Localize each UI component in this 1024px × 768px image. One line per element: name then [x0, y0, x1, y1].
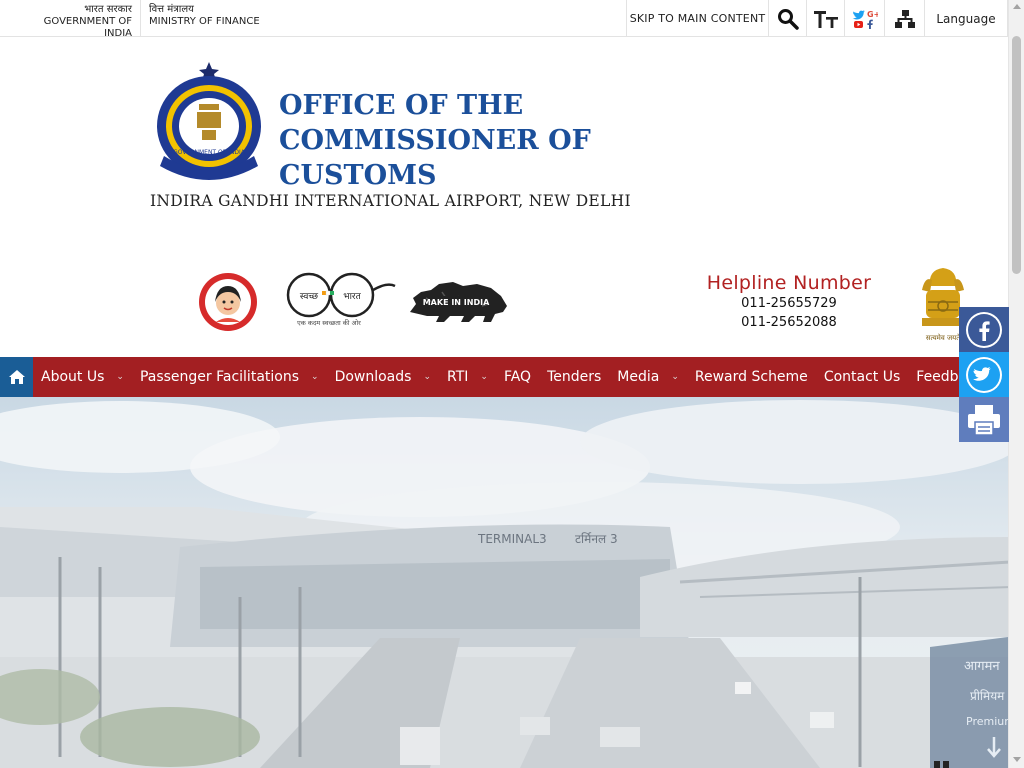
svg-text:GOVERNMENT OF INDIA: GOVERNMENT OF INDIA: [173, 149, 246, 156]
svg-text:G+: G+: [867, 10, 878, 19]
swachh-right-text: भारत: [343, 292, 361, 302]
skip-to-main-content-link[interactable]: SKIP TO MAIN CONTENT: [626, 0, 768, 37]
language-selector[interactable]: Language: [924, 0, 1008, 37]
nav-about-us[interactable]: About Us ⌄: [33, 357, 132, 397]
sitemap-icon: [894, 9, 915, 28]
helpline-title: Helpline Number: [706, 272, 872, 294]
chevron-down-icon: ⌄: [480, 372, 488, 382]
font-size-icon: [813, 10, 838, 28]
scrollbar-thumb[interactable]: [1012, 36, 1021, 274]
nav-label: Media: [617, 369, 660, 385]
font-size-button[interactable]: [806, 0, 844, 37]
chevron-down-icon: ⌄: [116, 372, 124, 382]
helpline-number-2[interactable]: 011-25652088: [700, 313, 878, 332]
top-bar: भारत सरकार GOVERNMENT OF INDIA वित्त मंत…: [0, 0, 1008, 40]
page-subtitle: INDIRA GANDHI INTERNATIONAL AIRPORT, NEW…: [150, 192, 631, 210]
make-in-india-text: MAKE IN INDIA: [423, 298, 490, 307]
swachh-bharat-logo[interactable]: स्वच्छ भारत एक कदम स्वच्छता की ओर: [279, 270, 397, 332]
twitter-share-button[interactable]: [959, 352, 1009, 397]
nav-rti[interactable]: RTI ⌄: [439, 357, 496, 397]
government-hindi: भारत सरकार: [84, 4, 132, 15]
nav-label: FAQ: [503, 369, 532, 385]
nav-label: Passenger Facilitations: [139, 369, 300, 385]
chevron-down-icon: ⌄: [671, 372, 679, 382]
hero-sign-premium-hindi: प्रीमियम: [970, 689, 1005, 703]
nav-downloads[interactable]: Downloads ⌄: [327, 357, 439, 397]
main-navigation: About Us ⌄ Passenger Facilitations ⌄ Downl…: [0, 357, 1008, 397]
beti-bachao-logo[interactable]: [198, 272, 258, 332]
terminal-sign-hindi: टर्मिनल 3: [575, 532, 618, 546]
social-media-button[interactable]: G+: [844, 0, 884, 37]
hero-terminal3-image: TERMINAL3 टर्मिनल 3 आगमन प्रीमियम Premiu…: [0, 397, 1008, 768]
helpline-block: Helpline Number 011-25655729 011-2565208…: [700, 272, 878, 332]
search-icon: [777, 8, 799, 30]
hero-sign-premium: Premium: [966, 715, 1008, 728]
nav-faq[interactable]: FAQ: [496, 357, 539, 397]
scroll-down-arrow-icon[interactable]: [1013, 757, 1021, 762]
nav-reward-scheme[interactable]: Reward Scheme: [687, 357, 816, 397]
nav-passenger-facilitations[interactable]: Passenger Facilitations ⌄: [132, 357, 327, 397]
hero-sign-arrival: आगमन: [964, 659, 1000, 674]
customs-emblem-logo: GOVERNMENT OF INDIA: [157, 62, 261, 180]
swachh-left-text: स्वच्छ: [300, 292, 319, 302]
chevron-down-icon: ⌄: [423, 372, 431, 382]
nav-label: Downloads: [334, 369, 412, 385]
nav-label: About Us: [41, 369, 105, 385]
page-title: OFFICE OF THE COMMISSIONER OF CUSTOMS: [279, 90, 591, 191]
social-icons: G+: [852, 10, 878, 29]
make-in-india-logo[interactable]: MAKE IN INDIA: [406, 274, 512, 326]
facebook-share-button[interactable]: [959, 307, 1009, 352]
chevron-down-icon: ⌄: [311, 372, 319, 382]
terminal-sign-english: TERMINAL3: [477, 532, 547, 546]
ministry-label: वित्त मंत्रालय MINISTRY OF FINANCE: [149, 4, 260, 28]
ministry-english: MINISTRY OF FINANCE: [149, 16, 260, 27]
print-icon: [968, 404, 1000, 436]
search-button[interactable]: [768, 0, 806, 37]
nav-label: Reward Scheme: [694, 369, 808, 385]
home-icon: [8, 370, 25, 384]
nav-tenders[interactable]: Tenders: [539, 357, 609, 397]
divider: [140, 0, 141, 37]
home-button[interactable]: [0, 357, 33, 397]
nav-items: About Us ⌄ Passenger Facilitations ⌄ Downl…: [33, 357, 1011, 397]
helpline-number-1[interactable]: 011-25655729: [700, 294, 878, 313]
sitemap-button[interactable]: [884, 0, 924, 37]
government-of-india-label: भारत सरकार GOVERNMENT OF INDIA: [14, 4, 132, 40]
nav-media[interactable]: Media ⌄: [609, 357, 687, 397]
nav-label: RTI: [447, 369, 469, 385]
scroll-up-arrow-icon[interactable]: [1013, 4, 1021, 9]
swachh-tagline: एक कदम स्वच्छता की ओर: [297, 319, 361, 327]
ministry-hindi: वित्त मंत्रालय: [149, 4, 194, 15]
print-button[interactable]: [959, 397, 1009, 442]
nav-label: Tenders: [547, 369, 602, 385]
twitter-icon: [966, 356, 1002, 393]
facebook-icon: [966, 311, 1002, 348]
government-english: GOVERNMENT OF INDIA: [43, 16, 132, 39]
social-share-rail: [959, 307, 1009, 442]
nav-label: Contact Us: [823, 369, 901, 385]
nav-contact-us[interactable]: Contact Us: [816, 357, 908, 397]
svg-text:सत्यमेव जयते: सत्यमेव जयते: [926, 333, 961, 342]
